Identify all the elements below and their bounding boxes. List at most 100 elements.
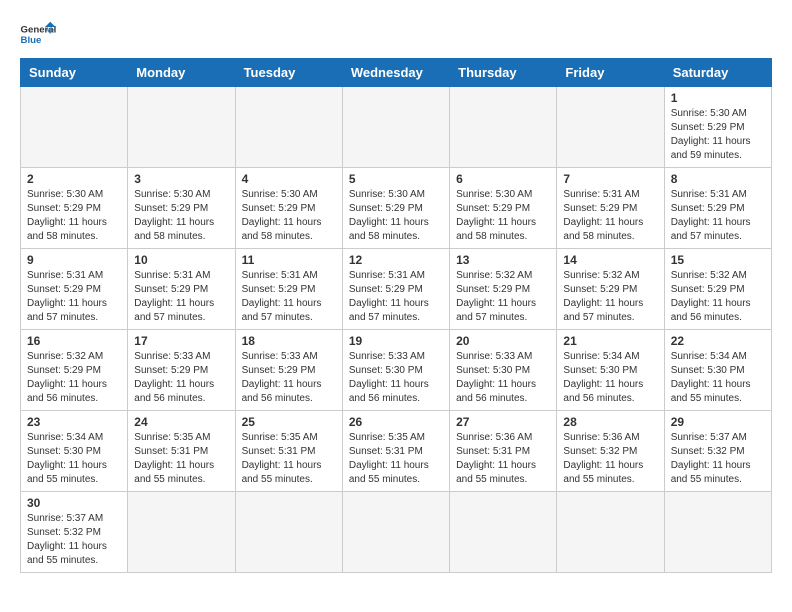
day-number: 14	[563, 253, 657, 267]
calendar-cell	[664, 492, 771, 573]
calendar-cell: 27 Sunrise: 5:36 AMSunset: 5:31 PMDayligh…	[450, 411, 557, 492]
day-number: 18	[242, 334, 336, 348]
calendar-cell: 6Sunrise: 5:30 AMSunset: 5:29 PMDaylight…	[450, 168, 557, 249]
day-number: 8	[671, 172, 765, 186]
day-number: 2	[27, 172, 121, 186]
day-info: Sunrise: 5:37 AMSunset: 5:32 PMDaylight:…	[27, 512, 121, 568]
calendar-cell: 26 Sunrise: 5:35 AMSunset: 5:31 PMDayligh…	[342, 411, 449, 492]
day-info: Sunrise: 5:30 AMSunset: 5:29 PMDaylight:…	[349, 188, 443, 244]
day-info: Sunrise: 5:33 AMSunset: 5:30 PMDaylight:…	[349, 350, 443, 406]
day-number: 28	[563, 415, 657, 429]
calendar-cell: 7 Sunrise: 5:31 AMSunset: 5:29 PMDaylight…	[557, 168, 664, 249]
calendar-cell: 12 Sunrise: 5:31 AMSunset: 5:29 PMDayligh…	[342, 249, 449, 330]
day-number: 16	[27, 334, 121, 348]
weekday-header-sunday: Sunday	[21, 59, 128, 87]
day-number: 25	[242, 415, 336, 429]
day-info: Sunrise: 5:30 AMSunset: 5:29 PMDaylight:…	[134, 188, 228, 244]
calendar-cell	[557, 492, 664, 573]
day-info: Sunrise: 5:33 AMSunset: 5:30 PMDaylight:…	[456, 350, 550, 406]
weekday-header-monday: Monday	[128, 59, 235, 87]
svg-text:Blue: Blue	[21, 35, 42, 46]
day-number: 30	[27, 496, 121, 510]
calendar-cell: 15 Sunrise: 5:32 AMSunset: 5:29 PMDayligh…	[664, 249, 771, 330]
calendar-cell: 29Sunrise: 5:37 AMSunset: 5:32 PMDayligh…	[664, 411, 771, 492]
calendar-cell: 13 Sunrise: 5:32 AMSunset: 5:29 PMDayligh…	[450, 249, 557, 330]
day-number: 4	[242, 172, 336, 186]
day-info: Sunrise: 5:30 AMSunset: 5:29 PMDaylight:…	[671, 107, 765, 163]
calendar-week-0: 1 Sunrise: 5:30 AMSunset: 5:29 PMDaylight…	[21, 87, 772, 168]
day-info: Sunrise: 5:35 AMSunset: 5:31 PMDaylight:…	[242, 431, 336, 487]
day-info: Sunrise: 5:33 AMSunset: 5:29 PMDaylight:…	[134, 350, 228, 406]
calendar-cell	[557, 87, 664, 168]
day-info: Sunrise: 5:31 AMSunset: 5:29 PMDaylight:…	[349, 269, 443, 325]
day-info: Sunrise: 5:35 AMSunset: 5:31 PMDaylight:…	[349, 431, 443, 487]
day-info: Sunrise: 5:32 AMSunset: 5:29 PMDaylight:…	[27, 350, 121, 406]
day-number: 20	[456, 334, 550, 348]
day-info: Sunrise: 5:34 AMSunset: 5:30 PMDaylight:…	[671, 350, 765, 406]
calendar-cell	[235, 492, 342, 573]
calendar-cell: 1 Sunrise: 5:30 AMSunset: 5:29 PMDaylight…	[664, 87, 771, 168]
calendar-cell: 3 Sunrise: 5:30 AMSunset: 5:29 PMDaylight…	[128, 168, 235, 249]
day-info: Sunrise: 5:31 AMSunset: 5:29 PMDaylight:…	[242, 269, 336, 325]
day-info: Sunrise: 5:32 AMSunset: 5:29 PMDaylight:…	[671, 269, 765, 325]
calendar-cell	[342, 87, 449, 168]
day-info: Sunrise: 5:36 AMSunset: 5:31 PMDaylight:…	[456, 431, 550, 487]
day-number: 10	[134, 253, 228, 267]
day-number: 3	[134, 172, 228, 186]
calendar-week-3: 16 Sunrise: 5:32 AMSunset: 5:29 PMDayligh…	[21, 330, 772, 411]
day-info: Sunrise: 5:31 AMSunset: 5:29 PMDaylight:…	[27, 269, 121, 325]
calendar-cell: 17 Sunrise: 5:33 AMSunset: 5:29 PMDayligh…	[128, 330, 235, 411]
weekday-header-wednesday: Wednesday	[342, 59, 449, 87]
calendar-cell	[235, 87, 342, 168]
day-info: Sunrise: 5:37 AMSunset: 5:32 PMDaylight:…	[671, 431, 765, 487]
day-number: 26	[349, 415, 443, 429]
calendar-week-1: 2 Sunrise: 5:30 AMSunset: 5:29 PMDaylight…	[21, 168, 772, 249]
calendar-cell: 14 Sunrise: 5:32 AMSunset: 5:29 PMDayligh…	[557, 249, 664, 330]
day-number: 17	[134, 334, 228, 348]
day-number: 27	[456, 415, 550, 429]
day-number: 12	[349, 253, 443, 267]
calendar-cell: 21Sunrise: 5:34 AMSunset: 5:30 PMDayligh…	[557, 330, 664, 411]
calendar-cell: 5Sunrise: 5:30 AMSunset: 5:29 PMDaylight…	[342, 168, 449, 249]
calendar-cell: 30 Sunrise: 5:37 AMSunset: 5:32 PMDayligh…	[21, 492, 128, 573]
calendar-cell: 16 Sunrise: 5:32 AMSunset: 5:29 PMDayligh…	[21, 330, 128, 411]
day-info: Sunrise: 5:32 AMSunset: 5:29 PMDaylight:…	[456, 269, 550, 325]
day-number: 13	[456, 253, 550, 267]
calendar-cell: 19Sunrise: 5:33 AMSunset: 5:30 PMDayligh…	[342, 330, 449, 411]
calendar-cell	[128, 492, 235, 573]
calendar-cell: 9 Sunrise: 5:31 AMSunset: 5:29 PMDaylight…	[21, 249, 128, 330]
day-info: Sunrise: 5:34 AMSunset: 5:30 PMDaylight:…	[563, 350, 657, 406]
day-info: Sunrise: 5:34 AMSunset: 5:30 PMDaylight:…	[27, 431, 121, 487]
day-number: 7	[563, 172, 657, 186]
calendar-cell: 11 Sunrise: 5:31 AMSunset: 5:29 PMDayligh…	[235, 249, 342, 330]
weekday-header-saturday: Saturday	[664, 59, 771, 87]
calendar-cell: 8 Sunrise: 5:31 AMSunset: 5:29 PMDaylight…	[664, 168, 771, 249]
calendar-cell: 23Sunrise: 5:34 AMSunset: 5:30 PMDayligh…	[21, 411, 128, 492]
day-info: Sunrise: 5:31 AMSunset: 5:29 PMDaylight:…	[563, 188, 657, 244]
day-info: Sunrise: 5:33 AMSunset: 5:29 PMDaylight:…	[242, 350, 336, 406]
day-info: Sunrise: 5:36 AMSunset: 5:32 PMDaylight:…	[563, 431, 657, 487]
calendar-cell: 10 Sunrise: 5:31 AMSunset: 5:29 PMDayligh…	[128, 249, 235, 330]
day-number: 24	[134, 415, 228, 429]
day-info: Sunrise: 5:31 AMSunset: 5:29 PMDaylight:…	[134, 269, 228, 325]
calendar-cell	[342, 492, 449, 573]
calendar-week-2: 9 Sunrise: 5:31 AMSunset: 5:29 PMDaylight…	[21, 249, 772, 330]
day-info: Sunrise: 5:30 AMSunset: 5:29 PMDaylight:…	[242, 188, 336, 244]
day-number: 15	[671, 253, 765, 267]
weekday-header-thursday: Thursday	[450, 59, 557, 87]
calendar-cell	[450, 87, 557, 168]
day-info: Sunrise: 5:32 AMSunset: 5:29 PMDaylight:…	[563, 269, 657, 325]
calendar-cell: 25 Sunrise: 5:35 AMSunset: 5:31 PMDayligh…	[235, 411, 342, 492]
day-number: 11	[242, 253, 336, 267]
day-number: 1	[671, 91, 765, 105]
calendar-cell: 22 Sunrise: 5:34 AMSunset: 5:30 PMDayligh…	[664, 330, 771, 411]
day-number: 6	[456, 172, 550, 186]
day-number: 22	[671, 334, 765, 348]
day-info: Sunrise: 5:31 AMSunset: 5:29 PMDaylight:…	[671, 188, 765, 244]
weekday-header-friday: Friday	[557, 59, 664, 87]
calendar-cell: 20 Sunrise: 5:33 AMSunset: 5:30 PMDayligh…	[450, 330, 557, 411]
header: General Blue	[20, 20, 772, 48]
day-number: 9	[27, 253, 121, 267]
calendar-cell: 24Sunrise: 5:35 AMSunset: 5:31 PMDayligh…	[128, 411, 235, 492]
calendar-week-5: 30 Sunrise: 5:37 AMSunset: 5:32 PMDayligh…	[21, 492, 772, 573]
